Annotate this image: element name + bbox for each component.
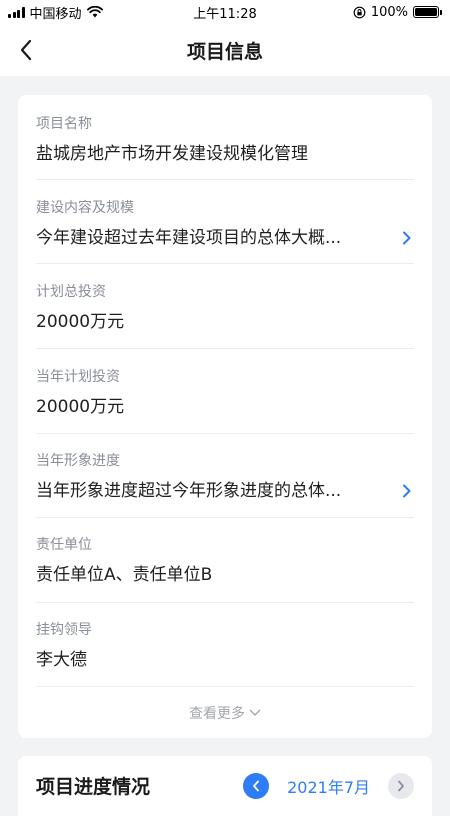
field-label: 项目名称 [36,116,92,132]
chevron-left-icon [253,780,259,792]
field-label: 计划总投资 [36,284,106,300]
field-label: 挂钩领导 [36,622,92,638]
nav-bar: 项目信息 [0,24,450,76]
signal-icon [8,6,25,18]
field-label: 责任单位 [36,537,92,553]
month-selector: 2021年7月 [243,773,414,799]
field-total-investment: 计划总投资 20000万元 [36,283,414,333]
field-annual-progress[interactable]: 当年形象进度 当年形象进度超过今年形象进度的总体... [36,452,414,502]
rotation-lock-icon [353,6,366,18]
field-label: 当年计划投资 [36,369,120,385]
field-value: 当年形象进度超过今年形象进度的总体... [36,481,342,501]
progress-title: 项目进度情况 [36,776,151,798]
wifi-icon [86,6,103,18]
field-annual-investment: 当年计划投资 20000万元 [36,368,414,418]
divider [36,433,414,434]
field-label: 建设内容及规模 [36,200,134,216]
field-label: 当年形象进度 [36,453,120,469]
view-more-button[interactable]: 查看更多 [18,703,432,723]
divider [36,348,414,349]
status-bar: 中国移动 上午11:28 100% [0,0,450,24]
divider [36,602,414,603]
chevron-right-icon[interactable] [400,484,414,498]
field-value: 李大德 [36,650,87,670]
chevron-right-icon [398,780,404,792]
field-project-name: 项目名称 盐城房地产市场开发建设规模化管理 [36,115,414,165]
divider [36,686,414,687]
battery-percent: 100% [370,4,408,20]
next-month-button[interactable] [388,773,414,799]
divider [36,517,414,518]
current-month: 2021年7月 [287,778,370,797]
chevron-down-icon [249,709,261,716]
battery-icon [413,6,442,18]
prev-month-button[interactable] [243,773,270,799]
status-right: 100% [353,5,442,20]
divider [36,263,414,264]
carrier-name: 中国移动 [29,6,82,22]
project-progress-card: 项目进度情况 2021年7月 [18,756,432,816]
field-value: 盐城房地产市场开发建设规模化管理 [36,144,308,164]
field-value: 20000万元 [36,397,125,417]
view-more-label: 查看更多 [189,706,245,722]
back-button[interactable] [12,36,40,64]
project-info-card: 项目名称 盐城房地产市场开发建设规模化管理 建设内容及规模 今年建设超过去年建设… [18,95,432,738]
page-title: 项目信息 [186,40,263,63]
divider [36,179,414,180]
field-responsible-unit: 责任单位 责任单位A、责任单位B [36,536,414,586]
field-leader: 挂钩领导 李大德 [36,621,414,671]
field-construction-content[interactable]: 建设内容及规模 今年建设超过去年建设项目的总体大概... [36,199,414,249]
field-value: 20000万元 [36,312,125,332]
chevron-left-icon [20,39,32,61]
field-value: 今年建设超过去年建设项目的总体大概... [36,228,342,248]
field-value: 责任单位A、责任单位B [36,565,213,585]
chevron-right-icon[interactable] [400,231,414,245]
status-left: 中国移动 [8,3,103,22]
